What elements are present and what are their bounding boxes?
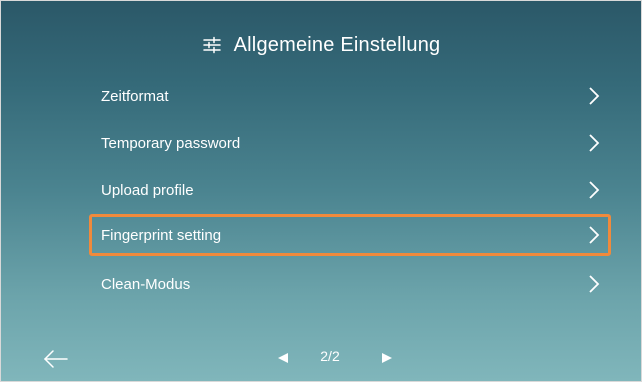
next-page-button[interactable] — [381, 351, 393, 363]
chevron-right-icon — [587, 224, 601, 246]
menu-item-temporary-password[interactable]: Temporary password — [89, 122, 611, 164]
chevron-right-icon — [587, 85, 601, 107]
menu-item-label: Zeitformat — [101, 87, 169, 105]
triangle-left-icon — [278, 353, 288, 363]
menu-item-zeitformat[interactable]: Zeitformat — [89, 75, 611, 117]
previous-page-button[interactable] — [277, 351, 289, 363]
settings-screen: Allgemeine Einstellung Zeitformat Tempor… — [0, 0, 642, 382]
menu-item-label: Clean-Modus — [101, 275, 191, 293]
page-indicator: 2/2 — [320, 348, 340, 364]
menu-item-label: Temporary password — [101, 134, 241, 152]
menu-item-fingerprint-setting[interactable]: Fingerprint setting — [89, 214, 611, 256]
chevron-right-icon — [587, 179, 601, 201]
menu-item-clean-modus[interactable]: Clean-Modus — [89, 263, 611, 305]
page-header: Allgemeine Einstellung — [1, 25, 641, 65]
page-title: Allgemeine Einstellung — [233, 33, 441, 56]
sliders-icon — [202, 35, 222, 55]
menu-item-label: Upload profile — [101, 181, 194, 199]
chevron-right-icon — [587, 132, 601, 154]
pagination: 2/2 — [1, 345, 641, 369]
menu-item-label: Fingerprint setting — [101, 226, 222, 244]
triangle-right-icon — [382, 353, 392, 363]
menu-item-upload-profile[interactable]: Upload profile — [89, 169, 611, 211]
chevron-right-icon — [587, 273, 601, 295]
